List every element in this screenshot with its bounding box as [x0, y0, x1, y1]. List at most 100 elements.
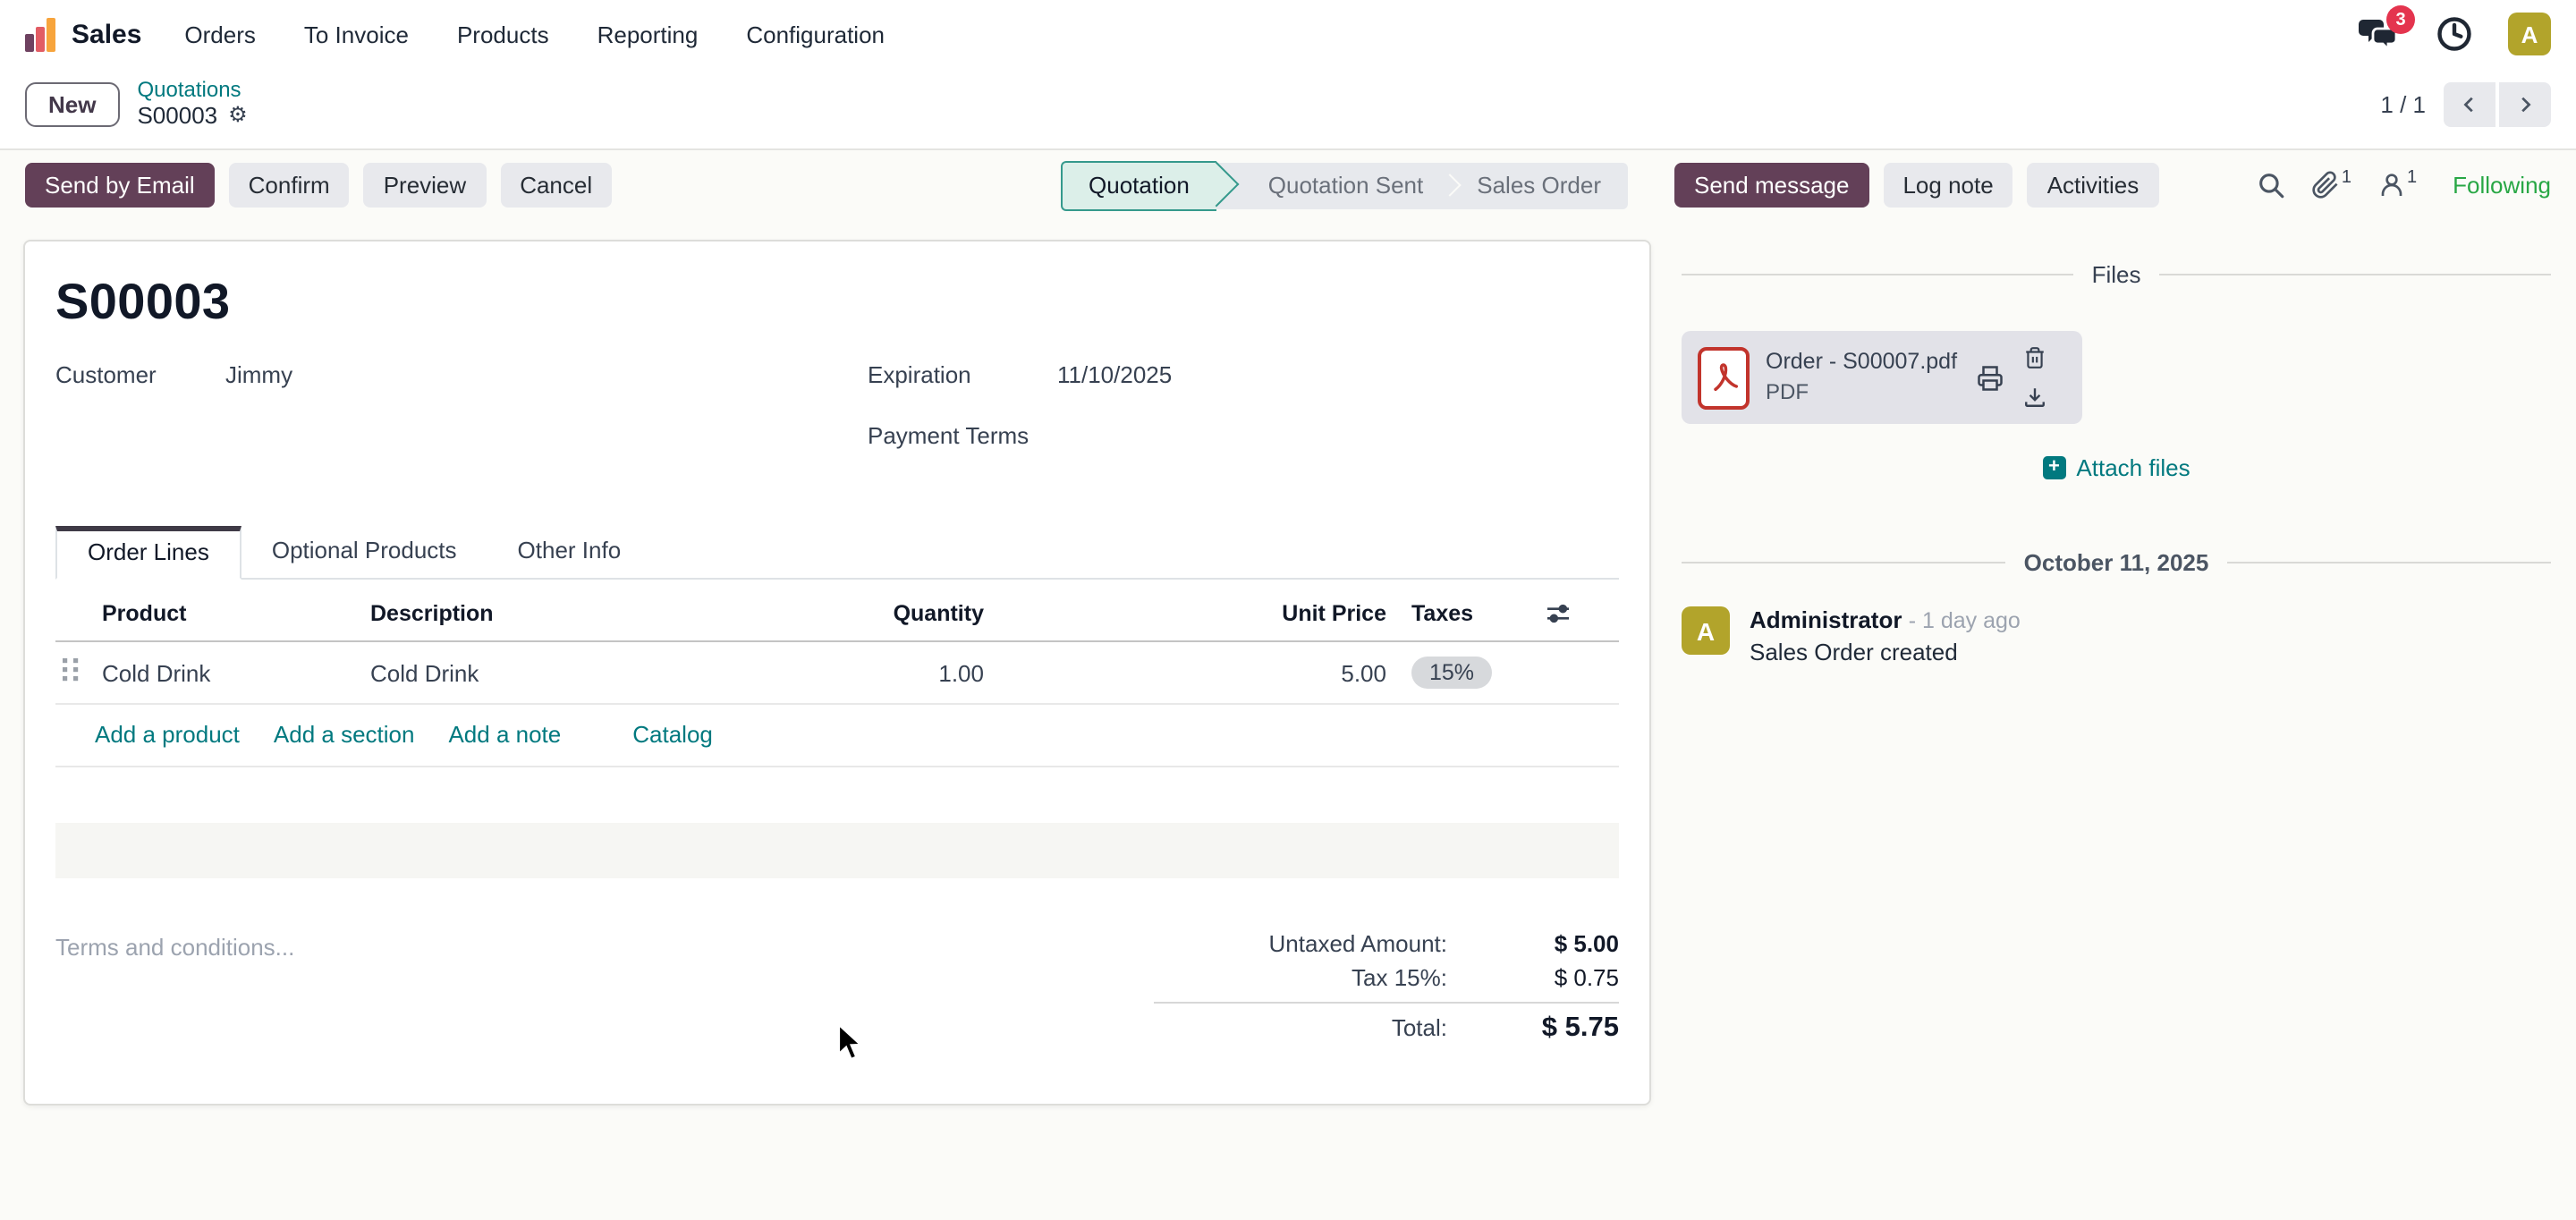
chatter-message: A Administrator - 1 day ago Sales Order …: [1682, 606, 2551, 665]
preview-button[interactable]: Preview: [364, 163, 487, 208]
tab-optional-products[interactable]: Optional Products: [242, 526, 487, 580]
message-body: Sales Order created: [1750, 639, 2021, 665]
attachment-count: 1: [2342, 170, 2351, 188]
notebook-tabs: Order Lines Optional Products Other Info: [55, 524, 1619, 580]
delete-attachment-button[interactable]: [2023, 345, 2046, 370]
app-name[interactable]: Sales: [72, 19, 141, 49]
menu-orders[interactable]: Orders: [184, 21, 255, 47]
header-quantity[interactable]: Quantity: [687, 583, 991, 641]
pager-previous-button[interactable]: [2444, 82, 2496, 127]
tax-badge: 15%: [1411, 657, 1492, 689]
cell-quantity[interactable]: 1.00: [687, 641, 991, 704]
cell-unit-price[interactable]: 5.00: [991, 641, 1394, 704]
tax-value: $ 0.75: [1447, 964, 1619, 991]
totals-block: Untaxed Amount: $ 5.00 Tax 15%: $ 0.75 T…: [1154, 927, 1619, 1048]
chevron-right-icon: [2515, 95, 2535, 114]
sales-quotation-page: Sales Orders To Invoice Products Reporti…: [0, 0, 2576, 1220]
search-icon: [2256, 170, 2286, 200]
breadcrumb-current-record: S00003: [137, 104, 217, 131]
send-message-button[interactable]: Send message: [1674, 163, 1868, 208]
tab-other-info[interactable]: Other Info: [487, 526, 652, 580]
order-line-row[interactable]: Cold Drink Cold Drink 1.00 5.00 15%: [55, 641, 1619, 704]
attachment-name[interactable]: Order - S00007.pdf: [1766, 345, 1957, 377]
attachments-button[interactable]: 1: [2311, 170, 2351, 200]
date-divider-label: October 11, 2025: [2024, 549, 2209, 576]
drag-handle-icon[interactable]: [63, 658, 79, 682]
send-by-email-button[interactable]: Send by Email: [25, 163, 215, 208]
field-grid: Customer Jimmy Expiration 11/10/2025 Pay…: [55, 361, 1619, 483]
menu-reporting[interactable]: Reporting: [597, 21, 699, 47]
header-unit-price[interactable]: Unit Price: [991, 583, 1394, 641]
tab-order-lines[interactable]: Order Lines: [55, 526, 242, 580]
cancel-button[interactable]: Cancel: [500, 163, 612, 208]
total-value: $ 5.75: [1447, 1012, 1619, 1045]
terms-and-conditions-input[interactable]: Terms and conditions...: [55, 927, 294, 1048]
action-bar: Send by Email Confirm Preview Cancel Quo…: [0, 149, 2576, 221]
activities-clock-icon[interactable]: [2435, 14, 2474, 54]
cell-product[interactable]: Cold Drink: [95, 641, 363, 704]
menu-to-invoice[interactable]: To Invoice: [304, 21, 409, 47]
breadcrumb: Quotations S00003 ⚙: [137, 79, 247, 130]
total-label: Total:: [1392, 1014, 1447, 1041]
files-divider: Files: [1682, 261, 2551, 288]
activities-button[interactable]: Activities: [2028, 163, 2159, 208]
untaxed-amount-label: Untaxed Amount:: [1269, 930, 1447, 957]
log-note-button[interactable]: Log note: [1883, 163, 2012, 208]
attach-files-link[interactable]: + Attach files: [2042, 454, 2190, 481]
cell-taxes[interactable]: 15%: [1394, 641, 1537, 704]
record-pager: 1 / 1: [2380, 82, 2551, 127]
cell-description[interactable]: Cold Drink: [363, 641, 687, 704]
header-taxes[interactable]: Taxes: [1394, 583, 1537, 641]
chatter-panel: Files Order - S00007.pdf PDF: [1682, 261, 2551, 665]
expiration-value[interactable]: 11/10/2025: [1057, 361, 1172, 388]
payment-terms-label: Payment Terms: [868, 422, 1057, 449]
add-a-section-link[interactable]: Add a section: [274, 721, 415, 748]
status-step-sales-order[interactable]: Sales Order: [1450, 162, 1628, 208]
pdf-file-icon: [1698, 346, 1750, 409]
breadcrumb-quotations-link[interactable]: Quotations: [137, 79, 247, 104]
gear-icon[interactable]: ⚙: [228, 105, 248, 130]
status-step-quotation-sent[interactable]: Quotation Sent: [1241, 162, 1450, 208]
header-description[interactable]: Description: [363, 583, 687, 641]
plus-icon: +: [2042, 456, 2065, 479]
table-header-row: Product Description Quantity Unit Price …: [55, 583, 1619, 641]
customer-value[interactable]: Jimmy: [225, 361, 292, 388]
print-attachment-button[interactable]: [1977, 364, 2004, 391]
menu-configuration[interactable]: Configuration: [746, 21, 885, 47]
control-panel: New Quotations S00003 ⚙ 1 / 1: [0, 68, 2576, 149]
quotation-title: S00003: [55, 274, 1619, 331]
odoo-sales-logo-icon[interactable]: [25, 17, 55, 51]
status-step-quotation[interactable]: Quotation: [1060, 160, 1216, 210]
date-divider: October 11, 2025: [1682, 549, 2551, 576]
header-product[interactable]: Product: [95, 583, 363, 641]
attachment-card[interactable]: Order - S00007.pdf PDF: [1682, 331, 2082, 424]
menu-products[interactable]: Products: [457, 21, 549, 47]
catalog-link[interactable]: Catalog: [632, 721, 713, 748]
chevron-left-icon: [2460, 95, 2479, 114]
message-author[interactable]: Administrator: [1750, 606, 1902, 633]
followers-button[interactable]: 1: [2377, 170, 2417, 200]
messages-icon[interactable]: 3: [2358, 14, 2401, 54]
search-messages-button[interactable]: [2256, 170, 2286, 200]
attachment-type: PDF: [1766, 378, 1957, 410]
user-avatar[interactable]: A: [2508, 13, 2551, 55]
add-a-product-link[interactable]: Add a product: [95, 721, 240, 748]
top-navbar: Sales Orders To Invoice Products Reporti…: [0, 0, 2576, 68]
new-button[interactable]: New: [25, 82, 119, 127]
sliders-icon: [1544, 599, 1572, 628]
customer-label: Customer: [55, 361, 225, 388]
download-attachment-button[interactable]: [2023, 385, 2046, 410]
follower-count: 1: [2407, 170, 2417, 188]
message-count-badge: 3: [2386, 5, 2415, 34]
optional-columns-button[interactable]: [1537, 583, 1619, 641]
pager-next-button[interactable]: [2499, 82, 2551, 127]
confirm-button[interactable]: Confirm: [229, 163, 350, 208]
message-avatar[interactable]: A: [1682, 606, 1730, 655]
add-a-note-link[interactable]: Add a note: [448, 721, 561, 748]
trash-icon: [2023, 345, 2046, 370]
expiration-label: Expiration: [868, 361, 1057, 388]
statusbar: Quotation Quotation Sent Sales Order: [1060, 162, 1628, 208]
following-toggle[interactable]: Following: [2453, 172, 2551, 199]
person-icon: [2377, 170, 2405, 200]
main-menu: Orders To Invoice Products Reporting Con…: [184, 21, 885, 47]
